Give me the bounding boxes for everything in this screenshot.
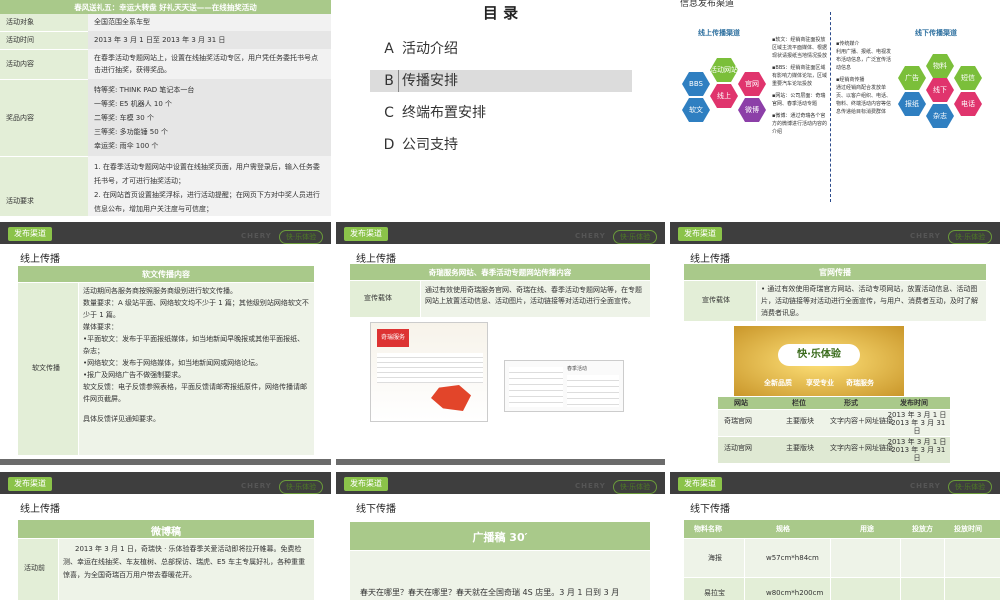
slide-soft-article[interactable]: 发布渠道 CHERY 快·乐体验 线上传播 软文传播内容 软文传播 活动期间各服务… — [0, 222, 331, 465]
table-value: 通过有效使用奇瑞服务官网、奇瑞在线、春季活动专题网站等，在专题网站上放置活动信息… — [425, 286, 642, 305]
site-table-row: 活动官网 主要版块 文字内容＋网址链接 2013 年 3 月 1 日 -2013… — [718, 437, 950, 463]
section-tag: 发布渠道 — [8, 227, 52, 241]
prize-list: 特等奖: THINK PAD 笔记本一台 一等奖: E5 机器人 10 个 二等… — [94, 83, 324, 153]
kuaile-banner: 快·乐体验 全新品质 享受专业 奇瑞服务 — [734, 326, 904, 396]
toc-title: 目 录 — [482, 4, 519, 22]
prize-item: 二等奖: 车模 30 个 — [94, 114, 154, 122]
hex-site: 活动网站 — [710, 58, 738, 82]
table-header: 广播稿 30′ — [350, 522, 650, 550]
channels-title: 信息发布渠道 — [680, 0, 735, 9]
hex-online: 线上 — [710, 84, 738, 108]
row-value: 在春季活动专题网站上，设置在线抽奖活动专区，用户凭任务委托书号点击进行抽奖，获得… — [94, 54, 318, 74]
table-value: • 通过有效使用奇瑞官方网站、活动专项网站，放置活动信息、活动图片，活动链接等对… — [761, 285, 978, 317]
row-key: 奖品内容 — [6, 114, 34, 122]
article-text: 活动期间各服务商按照服务商级别进行软文传播。 数量要求：A 级站平面、网络软文均不… — [83, 287, 309, 423]
slide-service-websites[interactable]: 发布渠道 CHERY 快·乐体验 线上传播 奇瑞服务网站、春季活动专题网站传播内容… — [336, 222, 665, 465]
table-header: 软文传播内容 — [18, 266, 314, 282]
slide-heading: 线上传播 — [20, 254, 60, 265]
section-tag: 发布渠道 — [8, 477, 52, 491]
slide-materials[interactable]: 发布渠道 CHERY 快·乐体验 线下传播 物料名称 规格 用途 投放方 投放时间… — [670, 472, 1000, 600]
slide-heading: 线下传播 — [690, 504, 730, 515]
row-value: 全国范围全系车型 — [94, 18, 150, 26]
hex-sms: 短信 — [954, 66, 982, 90]
prize-item: 一等奖: E5 机器人 10 个 — [94, 100, 173, 108]
slide-official-website[interactable]: 发布渠道 CHERY 快·乐体验 线上传播 官网传播 宣传载体 • 通过有效使用奇… — [670, 222, 1000, 465]
chery-logo: CHERY 快·乐体验 — [910, 480, 994, 500]
hex-article: 软文 — [682, 98, 710, 122]
site-table-row: 奇瑞官网 主要版块 文字内容＋网址链接 2013 年 3 月 1 日 -2013… — [718, 410, 950, 436]
materials-row: 易拉宝 w80cm*h200cm — [684, 578, 1000, 600]
hex-official: 官网 — [738, 72, 766, 96]
hex-material: 物料 — [926, 54, 954, 78]
hex-offline: 线下 — [926, 78, 954, 102]
slide-heading: 线上传播 — [20, 504, 60, 515]
section-tag: 发布渠道 — [344, 477, 388, 491]
table-key-cell: 软文传播 — [18, 283, 78, 455]
slide-channels[interactable]: 信息发布渠道 线上传播渠道 线下传播渠道 活动网站 BBS 线上 官网 软文 微… — [670, 0, 1000, 216]
toc-item-b[interactable]: B 传播安排 — [370, 70, 632, 92]
chery-logo: CHERY 快·乐体验 — [241, 480, 325, 500]
site-table-header: 网站 栏位 形式 发布时间 — [718, 397, 950, 409]
toc-item-a[interactable]: A 活动介绍 — [376, 38, 616, 60]
row-key: 活动时间 — [6, 36, 34, 44]
table-key: 活动前 — [24, 564, 45, 572]
table-value-cell: 活动期间各服务商按照服务商级别进行软文传播。 数量要求：A 级站平面、网络软文均不… — [79, 283, 314, 455]
requirement-item: 2. 在网站首页设置抽奖浮标，进行活动提醒；在网页下方对中奖人员进行信息公布，增… — [94, 191, 320, 213]
offline-label: 线下传播渠道 — [915, 29, 957, 37]
slide-toc[interactable]: 目 录 A 活动介绍 B 传播安排 C 终端布置安排 D 公司支持 — [336, 0, 665, 216]
table-value: 2013 年 3 月 1 日，奇瑞快 · 乐体验春季关爱活动即将拉开帷幕。免费检… — [63, 545, 306, 579]
table-header: 微博稿 — [18, 520, 314, 538]
table-header: 官网传播 — [684, 264, 986, 280]
hex-weibo: 微博 — [738, 98, 766, 122]
table-key: 宣传载体 — [702, 296, 730, 304]
online-label: 线上传播渠道 — [698, 29, 740, 37]
section-tag: 发布渠道 — [344, 227, 388, 241]
materials-header: 物料名称 规格 用途 投放方 投放时间 — [684, 520, 1000, 538]
row-key: 活动对象 — [6, 18, 34, 26]
prize-item: 特等奖: THINK PAD 笔记本一台 — [94, 86, 195, 94]
offline-notes: ▪传统媒介 利用广播、报纸、电视发布活动信息，广泛宣传活动信息 ▪经销商传播 通… — [836, 41, 892, 115]
slide-heading: 线上传播 — [356, 254, 396, 265]
slide-radio[interactable]: 发布渠道 CHERY 快·乐体验 线下传播 广播稿 30′ 春天在哪里？春天在哪里… — [336, 472, 665, 600]
requirements: 1. 在春季活动专题网站中设置在线抽奖页面，用户需登录后，输入任务委托书号，才可… — [94, 160, 326, 216]
slide-heading: 线上传播 — [690, 254, 730, 265]
hex-bbs: BBS — [682, 72, 710, 96]
online-notes: ▪软文：经销商驻面投放区域主流平面媒体、根据现状请报纸当地情况投放 ▪BBS：经… — [772, 37, 828, 135]
toc-item-d[interactable]: D 公司支持 — [376, 134, 616, 156]
toc-item-c[interactable]: C 终端布置安排 — [376, 102, 616, 124]
chery-logo: CHERY 快·乐体验 — [910, 230, 994, 250]
service-site-screenshot: 奇瑞服务 — [370, 322, 488, 422]
materials-row: 海报 w57cm*h84cm — [684, 539, 1000, 577]
hex-broadcast: 广告 — [898, 66, 926, 90]
hex-newspaper: 报纸 — [898, 92, 926, 116]
chery-logo: CHERY 快·乐体验 — [575, 480, 659, 500]
hex-phone: 电话 — [954, 92, 982, 116]
radio-script: 春天在哪里？春天在哪里？春天就在全国奇瑞 4S 店里。3 月 1 日到 3 月 — [360, 588, 620, 597]
hex-magazine: 杂志 — [926, 104, 954, 128]
section-tag: 发布渠道 — [678, 477, 722, 491]
requirement-item: 1. 在春季活动专题网站中设置在线抽奖页面，用户需登录后，输入任务委托书号，才可… — [94, 163, 320, 185]
chery-logo: CHERY 快·乐体验 — [575, 230, 659, 250]
slide-header-bar: 春风送礼五：幸运大转盘 好礼天天送——在线抽奖活动 — [0, 0, 331, 14]
slide-grid: 春风送礼五：幸运大转盘 好礼天天送——在线抽奖活动 活动对象 全国范围全系车型 … — [0, 0, 1000, 600]
row-key: 活动要求 — [6, 197, 34, 205]
table-header: 奇瑞服务网站、春季活动专题网站传播内容 — [350, 264, 650, 280]
slide-weibo[interactable]: 发布渠道 CHERY 快·乐体验 线上传播 微博稿 活动前 2013 年 3 月 … — [0, 472, 331, 600]
row-value: 2013 年 3 月 1 日至 2013 年 3 月 31 日 — [94, 36, 226, 44]
row-key: 活动内容 — [6, 60, 34, 68]
section-tag: 发布渠道 — [678, 227, 722, 241]
chery-logo: CHERY 快·乐体验 — [241, 230, 325, 250]
slide-lottery-table[interactable]: 春风送礼五：幸运大转盘 好礼天天送——在线抽奖活动 活动对象 全国范围全系车型 … — [0, 0, 331, 216]
prize-item: 幸运奖: 雨伞 100 个 — [94, 142, 159, 150]
spring-site-screenshot: 春季活动 — [504, 360, 624, 412]
slide-heading: 线下传播 — [356, 504, 396, 515]
slide-title: 春风送礼五：幸运大转盘 好礼天天送——在线抽奖活动 — [74, 3, 257, 12]
prize-item: 三等奖: 多功能锤 50 个 — [94, 128, 168, 136]
table-key: 宣传载体 — [364, 294, 392, 302]
